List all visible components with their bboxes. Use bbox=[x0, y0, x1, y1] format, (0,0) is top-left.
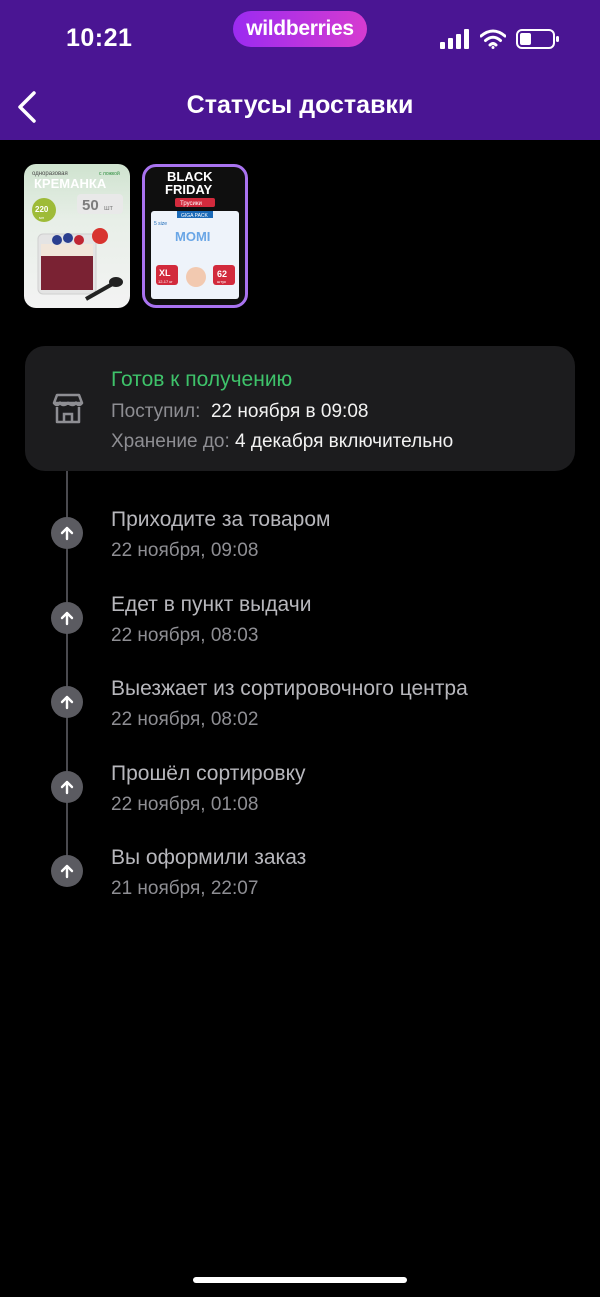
battery-icon bbox=[516, 29, 559, 49]
product-size: XL bbox=[159, 268, 171, 278]
event-title: Прошёл сортировку bbox=[111, 762, 306, 785]
product-weight: 12-17 кг bbox=[158, 279, 173, 284]
status-title: Готов к получению bbox=[111, 368, 293, 391]
arrived-line: Поступил: 22 ноября в 09:08 bbox=[111, 401, 368, 423]
event-title: Едет в пункт выдачи bbox=[111, 593, 312, 616]
home-indicator[interactable] bbox=[193, 1277, 407, 1283]
event-date: 22 ноября, 08:02 bbox=[111, 709, 259, 730]
product-volume: 220 bbox=[35, 205, 49, 214]
event-title: Вы оформили заказ bbox=[111, 846, 307, 869]
status-time: 10:21 bbox=[66, 24, 133, 52]
product-title-text: КРЕМАНКА bbox=[34, 176, 107, 191]
event-date: 22 ноября, 09:08 bbox=[111, 540, 259, 561]
header: 10:21 wildberries Статусы доставки bbox=[0, 0, 600, 140]
product-count2-unit: штук bbox=[217, 279, 226, 284]
product-logo: MOMI bbox=[175, 229, 210, 244]
product-count2: 62 bbox=[217, 269, 227, 279]
product-sub: Трусики bbox=[180, 201, 202, 207]
brand-logo: wildberries bbox=[233, 11, 367, 47]
timeline-arrow-icon bbox=[51, 686, 83, 718]
storage-value: 4 декабря включительно bbox=[235, 431, 454, 452]
storage-label: Хранение до: bbox=[111, 431, 230, 452]
timeline-arrow-icon bbox=[51, 517, 83, 549]
promo-line2: FRIDAY bbox=[165, 182, 213, 197]
timeline-arrow-icon bbox=[51, 602, 83, 634]
arrived-label: Поступил: bbox=[111, 401, 201, 422]
event-title: Выезжает из сортировочного центра bbox=[111, 677, 468, 700]
arrived-value: 22 ноября в 09:08 bbox=[210, 401, 369, 422]
page-title: Статусы доставки bbox=[186, 91, 414, 119]
product-volume-unit: мл bbox=[39, 215, 45, 220]
wifi-icon bbox=[480, 29, 506, 49]
event-date: 22 ноября, 08:03 bbox=[111, 625, 259, 646]
status-icons bbox=[440, 28, 560, 50]
product-size-badge: 5 size bbox=[154, 221, 167, 227]
timeline-arrow-icon bbox=[51, 771, 83, 803]
event-title: Приходите за товаром bbox=[111, 508, 331, 531]
storage-line: Хранение до: 4 декабря включительно bbox=[111, 431, 453, 453]
product-pack: GIGA PACK bbox=[181, 213, 209, 219]
event-date: 22 ноября, 01:08 bbox=[111, 794, 259, 815]
product-thumbnail-kremanka[interactable]: одноразовая с ложкой КРЕМАНКА 50 шт 220 … bbox=[24, 164, 130, 308]
product-count-unit: шт bbox=[104, 205, 114, 212]
signal-icon bbox=[440, 29, 469, 49]
product-count: 50 bbox=[82, 197, 99, 214]
timeline-arrow-icon bbox=[51, 855, 83, 887]
product-thumbnail-momi[interactable]: BLACK FRIDAY Трусики GIGA PACK 5 size MO… bbox=[142, 164, 248, 308]
store-icon bbox=[52, 393, 84, 424]
event-date: 21 ноября, 22:07 bbox=[111, 878, 259, 899]
